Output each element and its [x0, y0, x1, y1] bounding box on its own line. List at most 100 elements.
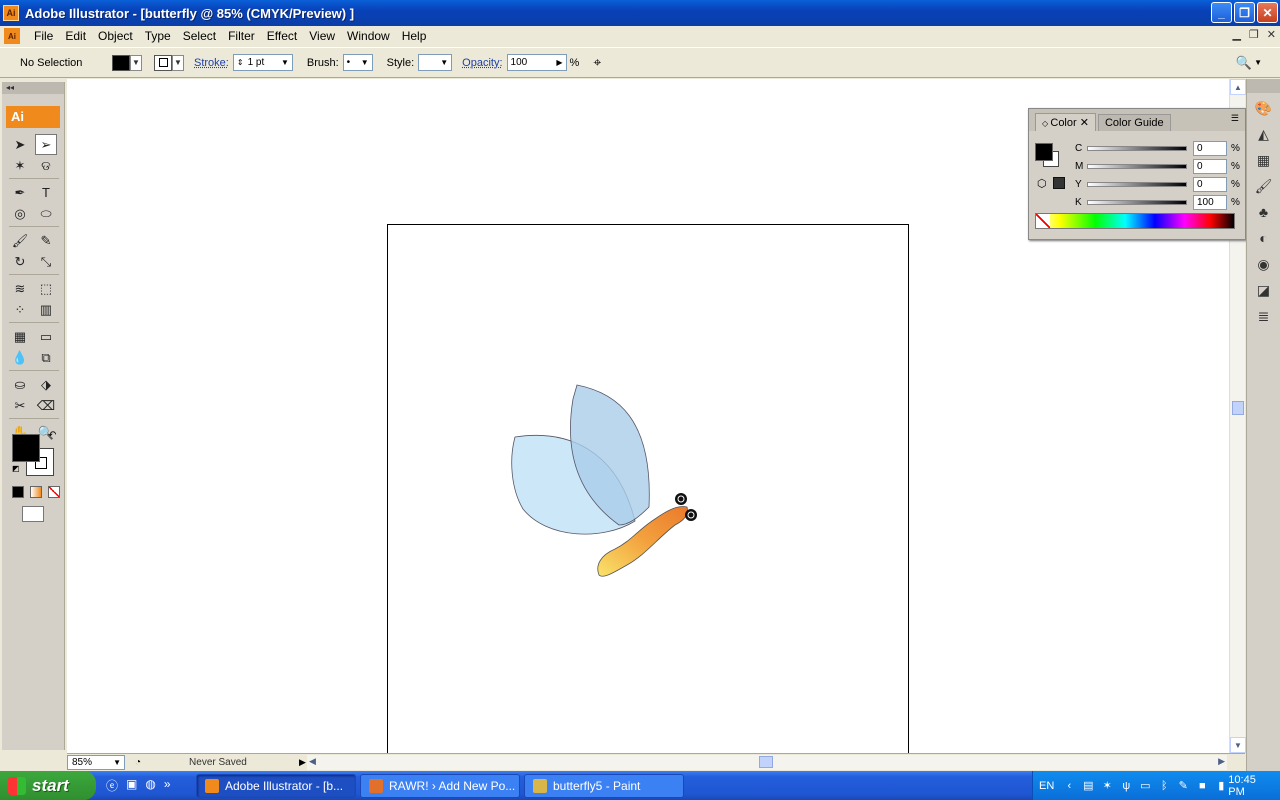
maximize-button[interactable]: ❐ [1234, 2, 1255, 23]
eyedropper-tool-icon[interactable]: 💧 [9, 347, 31, 368]
swap-fill-stroke-icon[interactable]: ↶ [48, 430, 56, 441]
monitor-icon[interactable]: ▭ [1138, 779, 1152, 793]
editor-icon[interactable]: ▣ [126, 777, 137, 794]
version-cue-icon[interactable]: ◔ [135, 757, 141, 768]
appearance-icon[interactable]: ◉ [1252, 253, 1276, 275]
scroll-right-icon[interactable]: ▶ [1218, 756, 1225, 767]
menu-select[interactable]: Select [177, 29, 222, 43]
free-transform-tool-icon[interactable]: ⬚ [35, 278, 57, 299]
panel-menu-icon[interactable]: ☰ [1231, 113, 1239, 124]
graphic-styles-icon[interactable]: ◪ [1252, 279, 1276, 301]
panel-fill-swatch[interactable] [1035, 143, 1053, 161]
channel-c-input[interactable]: 0 [1193, 140, 1227, 156]
horizontal-scroll-thumb[interactable] [759, 756, 773, 768]
task-firefox[interactable]: RAWR! › Add New Po... [360, 773, 520, 798]
tab-color-guide[interactable]: Color Guide [1097, 114, 1171, 131]
chevron-right-icon[interactable]: » [164, 777, 171, 794]
selection-tool-icon[interactable]: ➤ [9, 134, 31, 155]
zoom-dropdown[interactable]: 85% ▼ [67, 755, 125, 770]
eraser-tool-icon[interactable]: ⌫ [35, 395, 57, 416]
rotate-tool-icon[interactable]: ↻ [9, 251, 31, 272]
scroll-left-icon[interactable]: ◀ [309, 756, 316, 767]
doc-minimize-button[interactable]: ▁ [1232, 28, 1240, 41]
channel-y-slider[interactable] [1087, 181, 1187, 187]
butterfly-artwork[interactable] [507, 379, 707, 589]
chevron-down-icon[interactable]: ▼ [1254, 58, 1262, 67]
screen-mode-button[interactable] [22, 506, 44, 522]
language-indicator[interactable]: EN [1039, 780, 1054, 792]
vertical-scroll-thumb[interactable] [1232, 401, 1244, 415]
battery-icon[interactable]: ▮ [1214, 779, 1228, 793]
document-icon[interactable]: Ai [4, 28, 20, 44]
default-colors-icon[interactable]: ◩ [12, 464, 20, 473]
ellipse-tool-icon[interactable]: ⬭ [35, 203, 57, 224]
firefox-icon[interactable]: ◍ [145, 777, 155, 794]
antenna-icon[interactable]: ψ [1119, 779, 1133, 793]
menu-filter[interactable]: Filter [222, 29, 261, 43]
magic-wand-tool-icon[interactable]: ✶ [9, 155, 31, 176]
slice-tool-icon[interactable]: ✂ [9, 395, 31, 416]
gradient-mode-icon[interactable] [30, 486, 42, 498]
out-of-gamut-icon[interactable]: ⬡ [1037, 177, 1047, 190]
mesh-tool-icon[interactable]: ▦ [9, 326, 31, 347]
status-menu-arrow-icon[interactable]: ▶ [299, 757, 306, 768]
menu-window[interactable]: Window [341, 29, 396, 43]
bluetooth-icon[interactable]: ᛒ [1157, 779, 1171, 793]
none-color-icon[interactable] [1036, 214, 1050, 228]
scroll-down-icon[interactable]: ▼ [1230, 737, 1246, 753]
menu-edit[interactable]: Edit [59, 29, 92, 43]
minimize-button[interactable]: _ [1211, 2, 1232, 23]
close-button[interactable]: ✕ [1257, 2, 1278, 23]
column-graph-tool-icon[interactable]: ▥ [35, 299, 57, 320]
chevron-down-icon[interactable]: ▼ [361, 58, 369, 67]
style-dropdown[interactable]: ▼ [418, 54, 453, 71]
horizontal-scrollbar[interactable]: ◀ ▶ [307, 755, 1227, 770]
pen-icon[interactable]: ✎ [1176, 779, 1190, 793]
chevron-down-icon[interactable]: ▼ [281, 58, 289, 67]
menu-view[interactable]: View [303, 29, 341, 43]
swatches-icon[interactable]: ▦ [1252, 149, 1276, 171]
stroke-color-dropdown[interactable]: ▼ [154, 54, 184, 71]
network-icon[interactable]: ▤ [1081, 779, 1095, 793]
web-safe-swatch[interactable] [1053, 177, 1065, 189]
channel-y-input[interactable]: 0 [1193, 176, 1227, 192]
menu-object[interactable]: Object [92, 29, 139, 43]
color-spectrum-bar[interactable] [1035, 213, 1235, 229]
scroll-up-icon[interactable]: ▲ [1230, 79, 1246, 95]
fill-stroke-widget[interactable]: ↶ ◩ [12, 430, 58, 476]
fill-swatch[interactable] [112, 54, 130, 71]
menu-file[interactable]: File [28, 29, 59, 43]
blend-tool-icon[interactable]: ⧉ [35, 347, 57, 368]
type-tool-icon[interactable]: T [35, 182, 57, 203]
isolate-group-icon[interactable]: ⌖ [593, 54, 601, 71]
stroke-weight-field[interactable]: ⇕ 1 pt ▼ [232, 54, 293, 71]
task-paint[interactable]: butterfly5 - Paint [524, 773, 684, 798]
app-tray-icon[interactable]: ■ [1195, 779, 1209, 793]
pen-tool-icon[interactable]: ✒ [9, 182, 31, 203]
color-guide-icon[interactable]: ◭ [1252, 123, 1276, 145]
close-icon[interactable]: ✕ [1077, 117, 1089, 129]
menu-help[interactable]: Help [396, 29, 433, 43]
menu-effect[interactable]: Effect [261, 29, 303, 43]
star-icon[interactable]: ✶ [1100, 779, 1114, 793]
chevron-right-icon[interactable]: ▶ [556, 58, 562, 67]
fill-color-dropdown[interactable]: ▼ [112, 54, 142, 71]
lasso-tool-icon[interactable]: ଡ [35, 155, 57, 176]
symbols-icon[interactable]: ♣ [1252, 201, 1276, 223]
doc-restore-button[interactable]: ❐ [1249, 28, 1259, 41]
warp-tool-icon[interactable]: ≋ [9, 278, 31, 299]
transparency-icon[interactable]: ◐ [1252, 227, 1276, 249]
layers-icon[interactable]: ≣ [1252, 305, 1276, 327]
color-panel-icon[interactable]: 🎨 [1252, 97, 1276, 119]
chevron-down-icon[interactable]: ▼ [440, 58, 448, 67]
brushes-icon[interactable]: 🖌 [1252, 175, 1276, 197]
panel-menu-icon[interactable]: 🔍 [1236, 55, 1252, 71]
tab-color[interactable]: ◇ Color ✕ [1035, 113, 1096, 131]
opacity-label[interactable]: Opacity: [462, 57, 502, 69]
none-mode-icon[interactable] [48, 486, 60, 498]
direct-selection-tool-icon[interactable]: ➢ [35, 134, 57, 155]
channel-c-slider[interactable] [1087, 145, 1187, 151]
chevron-down-icon[interactable]: ▼ [113, 758, 124, 767]
channel-k-slider[interactable] [1087, 199, 1187, 205]
symbol-sprayer-tool-icon[interactable]: ⁘ [9, 299, 31, 320]
